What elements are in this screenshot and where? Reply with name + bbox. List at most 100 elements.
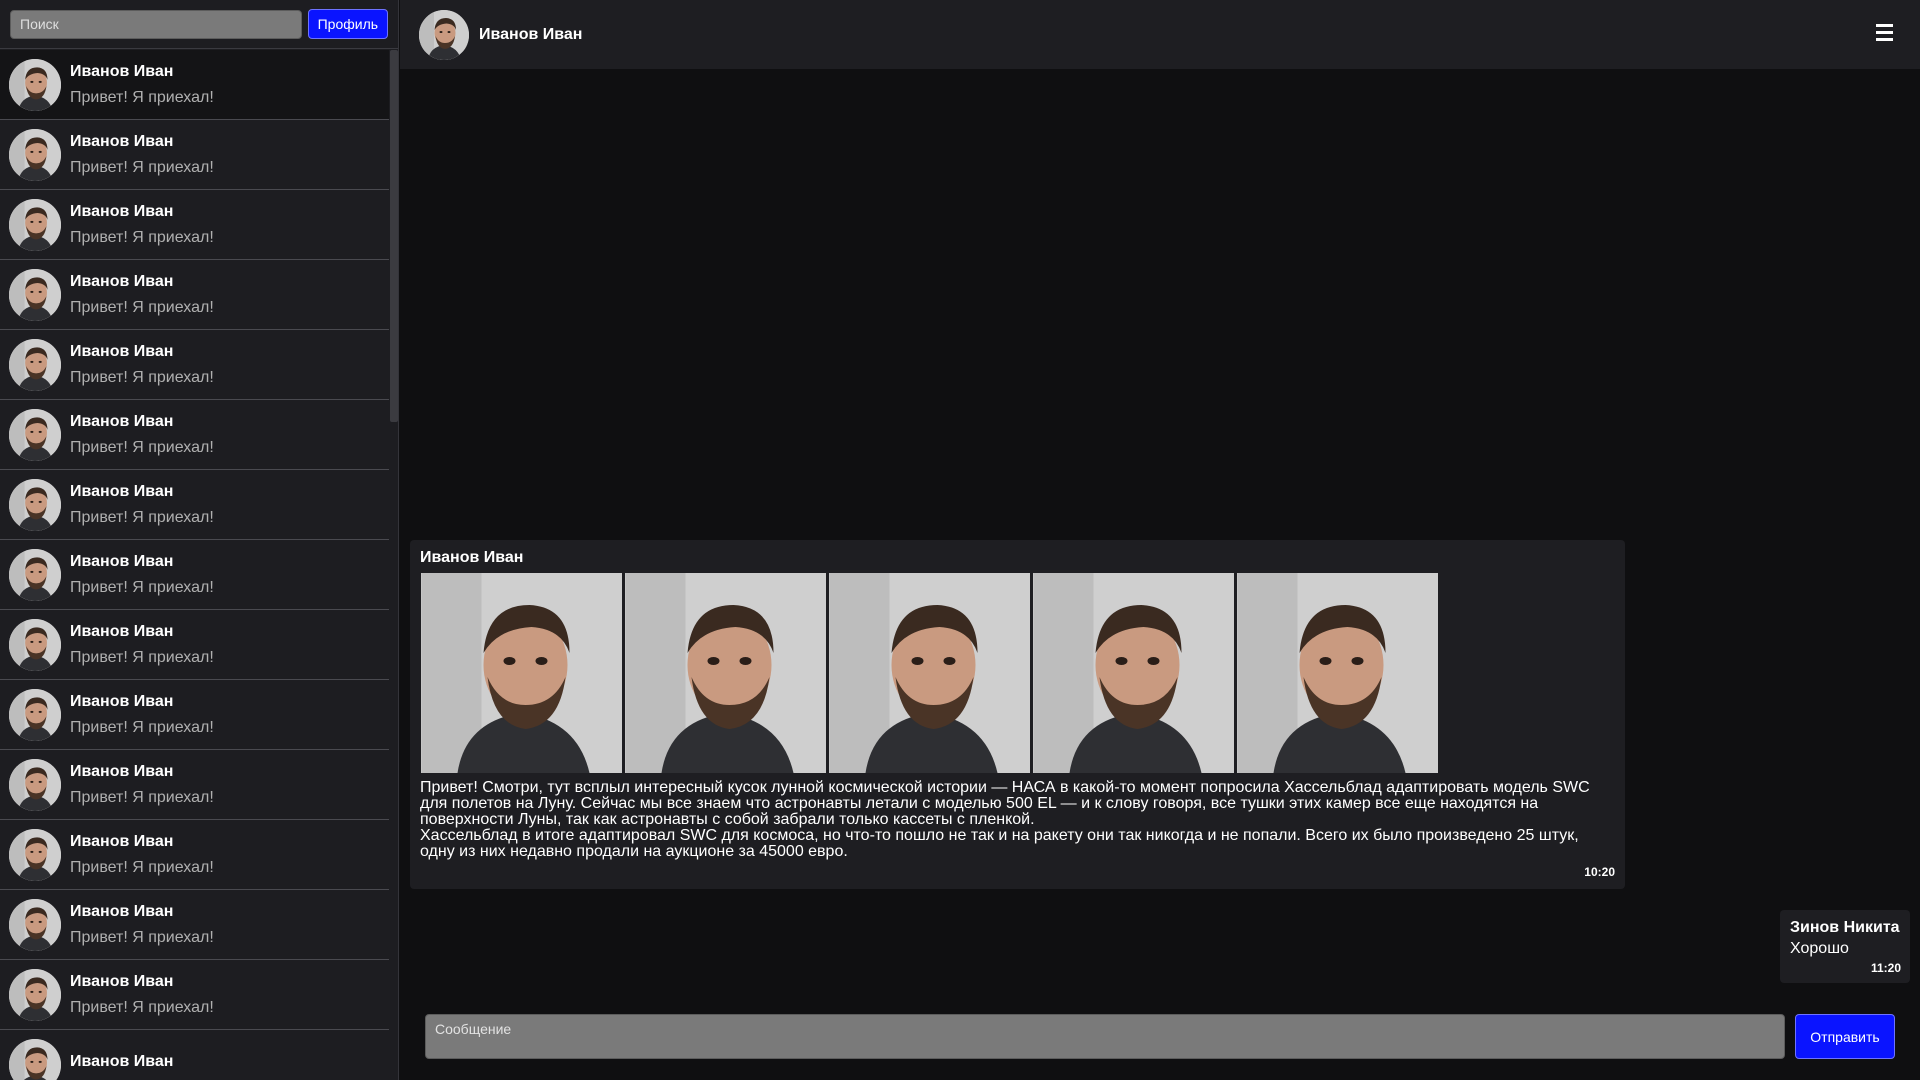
photo-attachment[interactable]	[625, 573, 826, 773]
send-button[interactable]: Отправить	[1795, 1014, 1895, 1059]
message-paragraph: Хассельблад в итоге адаптировал SWC для …	[420, 827, 1579, 860]
avatar	[9, 758, 61, 811]
chat-list-item[interactable]: Иванов Иван Привет! Я приехал!	[0, 470, 390, 540]
chat-list-item[interactable]: Иванов Иван Привет! Я приехал!	[0, 680, 390, 750]
chat-list-scroll-thumb[interactable]	[390, 50, 398, 422]
chat-item-text: Иванов Иван Привет! Я приехал!	[70, 272, 214, 317]
chat-list-item[interactable]: Иванов Иван Привет! Я приехал!	[0, 820, 390, 890]
chat-item-name: Иванов Иван	[70, 553, 174, 570]
chat-item-name: Иванов Иван	[70, 203, 174, 220]
outgoing-message: Зинов Никита Хорошо 11:20	[1780, 910, 1910, 983]
sidebar: Профиль Иванов ИванПривет! Я приехал!Ива…	[0, 0, 399, 1080]
photo-attachment[interactable]	[1033, 573, 1234, 773]
chat-list-item[interactable]: Иванов Иван Привет! Я приехал!	[0, 750, 390, 820]
chat-item-name: Иванов Иван	[70, 973, 174, 990]
chat-item-name: Иванов Иван	[70, 63, 174, 80]
chat-header-name: Иванов Иван	[479, 25, 583, 43]
chat-item-name: Иванов Иван	[70, 413, 174, 430]
chat-item-text: Иванов Иван Привет! Я приехал!	[70, 902, 214, 947]
menu-icon[interactable]	[1876, 24, 1894, 44]
avatar	[9, 618, 61, 671]
avatar	[9, 58, 61, 111]
profile-button[interactable]: Профиль	[307, 9, 388, 39]
chat-item-name: Иванов Иван	[70, 623, 174, 640]
chat-list-item[interactable]: Иванов Иван Привет! Я приехал!	[0, 540, 390, 610]
avatar	[9, 128, 61, 181]
message-author: Иванов Иван	[420, 549, 524, 566]
chat-item-text: Иванов Иван Привет! Я приехал!	[70, 482, 214, 527]
message-text: Привет! Смотри, тут всплыл интересный ку…	[420, 780, 1590, 860]
chat-list-item[interactable]: Иванов Иван Привет! Я приехал!	[0, 400, 390, 470]
chat-list-scrollbar[interactable]	[389, 50, 398, 1080]
chat-item-text: Иванов Иван Привет! Я приехал!	[70, 622, 214, 667]
chat-list-item[interactable]: Иванов Иван	[0, 1030, 390, 1080]
search-input[interactable]	[10, 9, 302, 39]
chat-item-preview: Привет! Я приехал!	[70, 719, 214, 736]
avatar[interactable]	[419, 9, 469, 60]
message-paragraph: Привет! Смотри, тут всплыл интересный ку…	[420, 779, 1590, 828]
avatar	[9, 548, 61, 601]
chat-header: Иванов Иван	[400, 0, 1920, 69]
chat-item-name: Иванов Иван	[70, 133, 174, 150]
chat-item-preview: Привет! Я приехал!	[70, 299, 214, 316]
avatar	[9, 688, 61, 741]
message-author: Зинов Никита	[1790, 919, 1900, 936]
chat-list-item[interactable]: Иванов Иван Привет! Я приехал!	[0, 610, 390, 680]
chat-list-item[interactable]: Иванов Иван Привет! Я приехал!	[0, 50, 390, 120]
chat-item-name: Иванов Иван	[70, 343, 174, 360]
chat-item-text: Иванов Иван Привет! Я приехал!	[70, 202, 214, 247]
chat-item-preview: Привет! Я приехал!	[70, 229, 214, 246]
chat-item-name: Иванов Иван	[70, 693, 174, 710]
chat-list-item[interactable]: Иванов Иван Привет! Я приехал!	[0, 330, 390, 400]
message-input[interactable]	[425, 1014, 1785, 1059]
chat-item-name: Иванов Иван	[70, 273, 174, 290]
chat-item-text: Иванов Иван Привет! Я приехал!	[70, 412, 214, 457]
chat-item-text: Иванов Иван Привет! Я приехал!	[70, 692, 214, 737]
photo-attachments	[421, 573, 1615, 773]
avatar	[9, 338, 61, 391]
chat-item-name: Иванов Иван	[70, 763, 174, 780]
avatar	[9, 1038, 61, 1080]
chat-list-item[interactable]: Иванов Иван Привет! Я приехал!	[0, 190, 390, 260]
chat-item-preview: Привет! Я приехал!	[70, 509, 214, 526]
chat-item-preview: Привет! Я приехал!	[70, 859, 214, 876]
chat-item-preview: Привет! Я приехал!	[70, 579, 214, 596]
avatar	[9, 408, 61, 461]
chat-list: Иванов Иван Привет! Я приехал! Иванов Иван…	[0, 50, 390, 1080]
chat-item-name: Иванов Иван	[70, 483, 174, 500]
chat-item-text: Иванов Иван Привет! Я приехал!	[70, 832, 214, 877]
chat-list-item[interactable]: Иванов Иван Привет! Я приехал!	[0, 890, 390, 960]
chat-item-text: Иванов Иван	[70, 1052, 173, 1078]
chat-panel: Иванов Иван Иванов Иван Привет! Смотри, …	[400, 0, 1920, 1080]
chat-list-item[interactable]: Иванов Иван Привет! Я приехал!	[0, 260, 390, 330]
avatar	[9, 268, 61, 321]
chat-list-item[interactable]: Иванов Иван Привет! Я приехал!	[0, 120, 390, 190]
chat-item-name: Иванов Иван	[70, 903, 174, 920]
chat-item-preview: Привет! Я приехал!	[70, 929, 214, 946]
chat-item-text: Иванов Иван Привет! Я приехал!	[70, 342, 214, 387]
chat-item-preview: Привет! Я приехал!	[70, 789, 214, 806]
avatar	[9, 478, 61, 531]
message-time: 11:20	[1870, 961, 1901, 975]
chat-item-text: Иванов Иван Привет! Я приехал!	[70, 62, 214, 107]
chat-list-item[interactable]: Иванов Иван Привет! Я приехал!	[0, 960, 390, 1030]
avatar	[9, 968, 61, 1021]
photo-attachment[interactable]	[421, 573, 622, 773]
chat-item-text: Иванов Иван Привет! Я приехал!	[70, 132, 214, 177]
chat-item-text: Иванов Иван Привет! Я приехал!	[70, 762, 214, 807]
message-text: Хорошо	[1790, 940, 1849, 957]
chat-item-preview: Привет! Я приехал!	[70, 89, 214, 106]
photo-attachment[interactable]	[829, 573, 1030, 773]
chat-item-preview: Привет! Я приехал!	[70, 369, 214, 386]
chat-item-text: Иванов Иван Привет! Я приехал!	[70, 552, 214, 597]
chat-item-preview: Привет! Я приехал!	[70, 999, 214, 1016]
chat-item-preview: Привет! Я приехал!	[70, 649, 214, 666]
sidebar-toolbar: Профиль	[0, 0, 398, 49]
photo-attachment[interactable]	[1237, 573, 1438, 773]
chat-item-name: Иванов Иван	[70, 833, 174, 850]
avatar	[9, 898, 61, 951]
chat-item-text: Иванов Иван Привет! Я приехал!	[70, 972, 214, 1017]
incoming-message: Иванов Иван Привет! Смотри, тут всплыл и…	[410, 540, 1625, 889]
avatar	[9, 828, 61, 881]
chat-item-preview: Привет! Я приехал!	[70, 159, 214, 176]
